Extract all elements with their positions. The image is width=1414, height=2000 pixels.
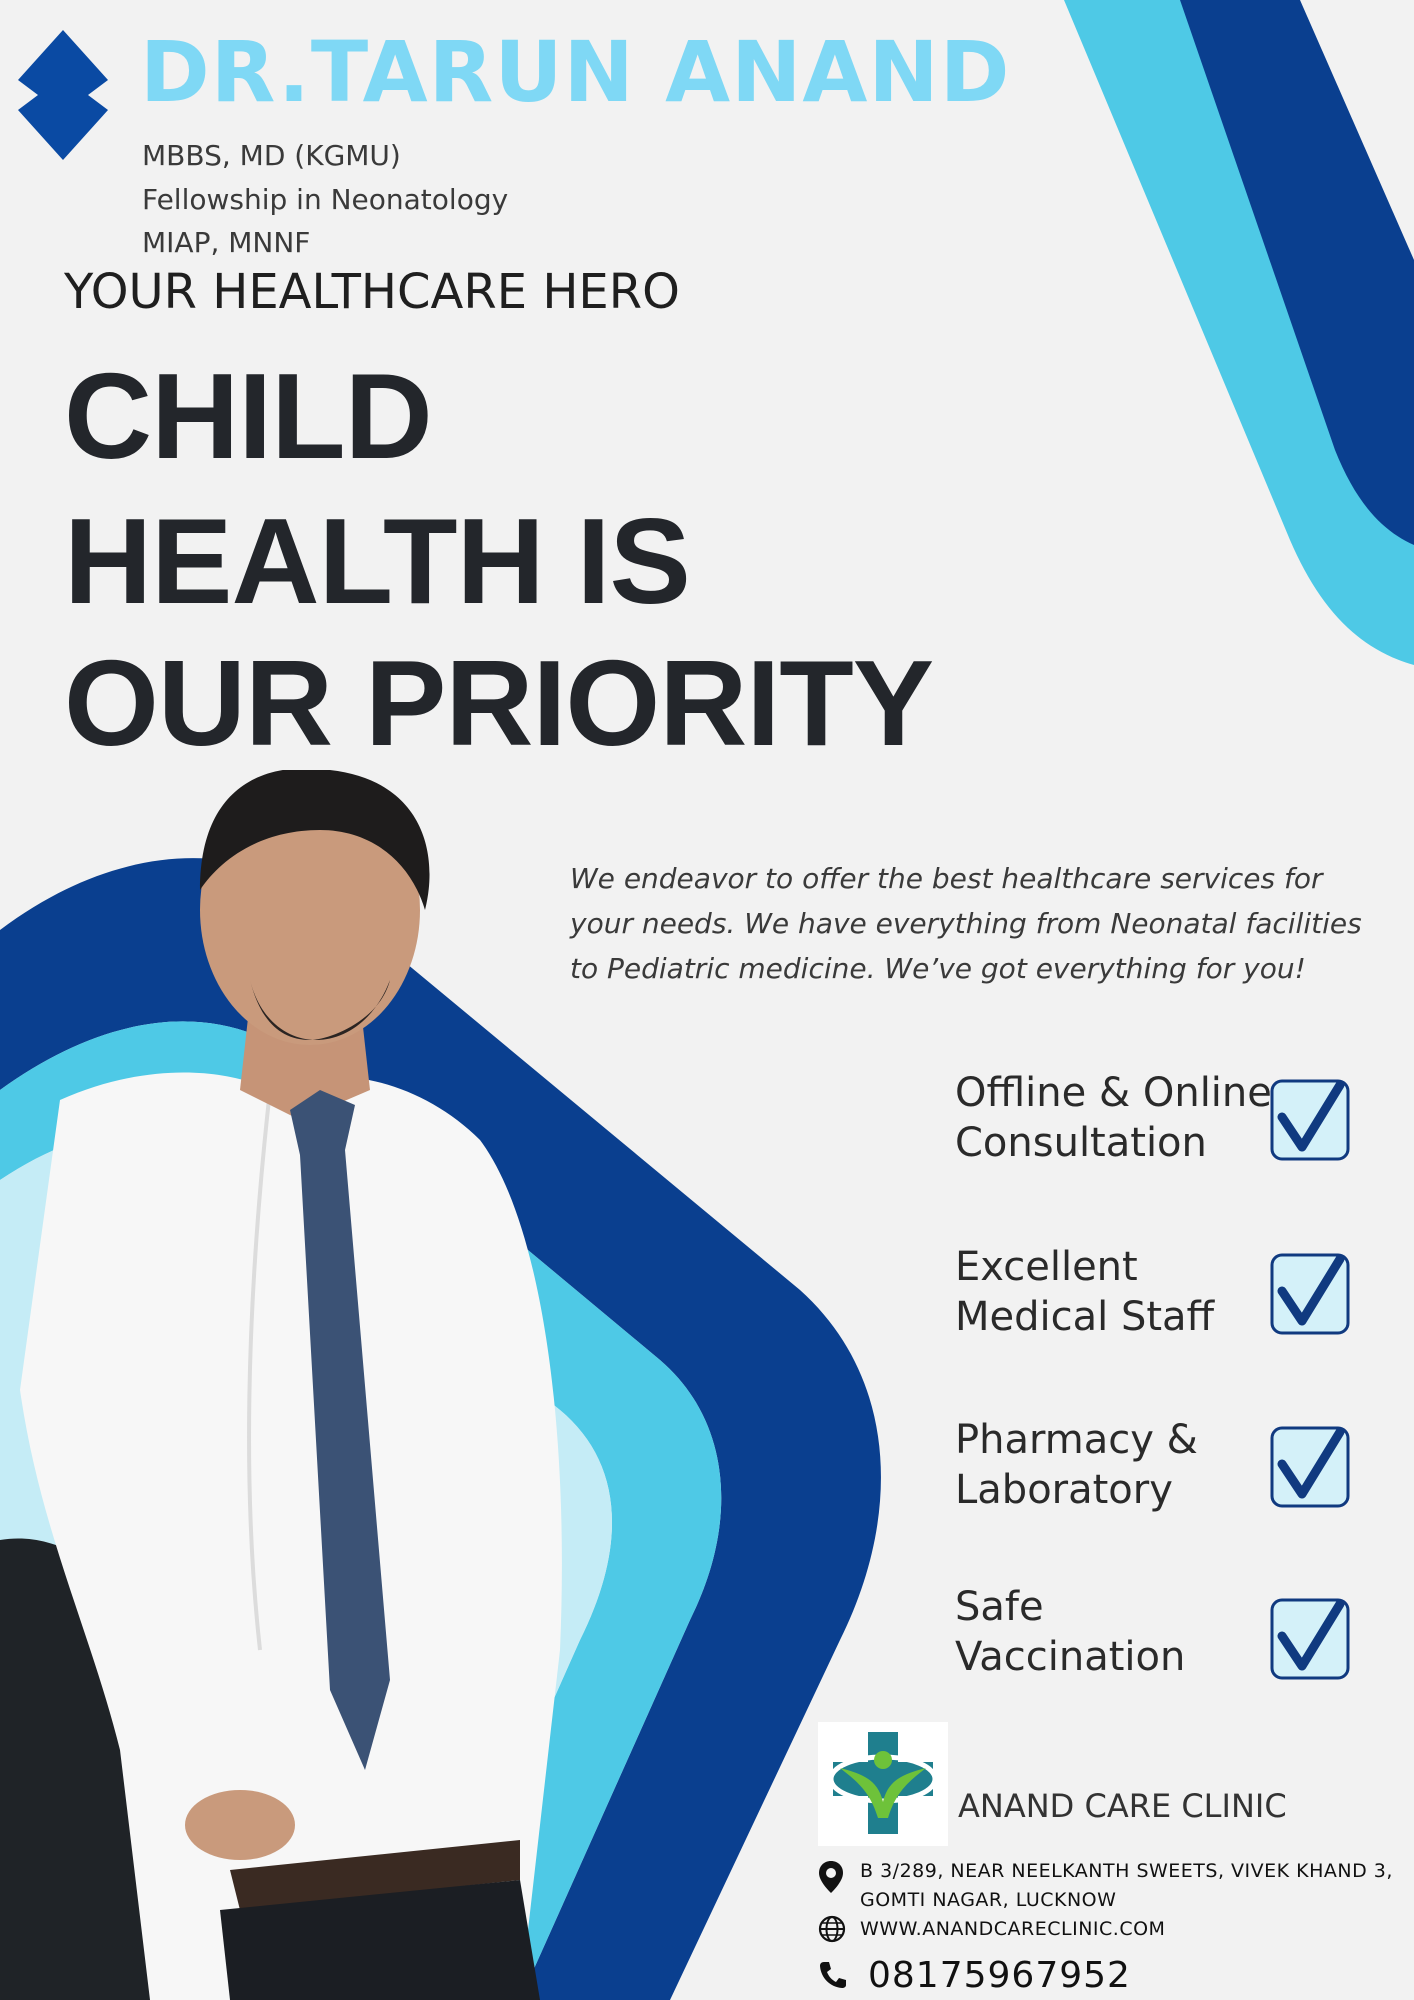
feature-label-line-2: Medical Staff: [955, 1294, 1215, 1340]
checkbox-checked-icon: [1270, 1079, 1350, 1161]
phone-number[interactable]: 08175967952: [868, 1955, 1131, 1996]
feature-vaccination: Safe Vaccination: [955, 1582, 1275, 1682]
address-line-2: GOMTI NAGAR, LUCKNOW: [860, 1889, 1117, 1911]
globe-icon: [818, 1915, 846, 1943]
diamond-logo-icon: [18, 30, 108, 160]
tagline: YOUR HEALTHCARE HERO: [64, 264, 680, 320]
credential-degrees: MBBS, MD (KGMU): [142, 139, 401, 172]
website-link[interactable]: WWW.ANANDCARECLINIC.COM: [860, 1918, 1165, 1940]
feature-label-line-1: Excellent: [955, 1244, 1138, 1290]
feature-staff: Excellent Medical Staff: [955, 1242, 1275, 1342]
checkbox-checked-icon: [1270, 1426, 1350, 1508]
phone-icon: [820, 1962, 846, 1988]
address-line-1: B 3/289, NEAR NEELKANTH SWEETS, VIVEK KH…: [860, 1860, 1393, 1882]
headline-line-3: OUR PRIORITY: [64, 635, 934, 771]
checkbox-checked-icon: [1270, 1598, 1350, 1680]
feature-label-line-1: Offline & Online: [955, 1070, 1272, 1116]
intro-paragraph: We endeavor to offer the best healthcare…: [570, 856, 1370, 991]
checkbox-checked-icon: [1270, 1253, 1350, 1335]
intro-line-3: to Pediatric medicine. We’ve got everyth…: [570, 952, 1306, 985]
intro-line-1: We endeavor to offer the best healthcare…: [570, 862, 1323, 895]
headline-line-1: CHILD: [64, 348, 433, 484]
feature-consultation: Offline & Online Consultation: [955, 1068, 1275, 1168]
doctor-name: DR.TARUN ANAND: [140, 23, 1011, 121]
intro-line-2: your needs. We have everything from Neon…: [570, 907, 1362, 940]
credential-memberships: MIAP, MNNF: [142, 226, 311, 259]
feature-pharmacy: Pharmacy & Laboratory: [955, 1415, 1275, 1515]
clinic-name: ANAND CARE CLINIC: [958, 1787, 1287, 1825]
feature-label-line-1: Safe: [955, 1584, 1044, 1630]
feature-label-line-2: Laboratory: [955, 1467, 1173, 1513]
headline-line-2: HEALTH IS: [64, 493, 691, 629]
poster: DR.TARUN ANAND MBBS, MD (KGMU) Fellowshi…: [0, 0, 1414, 2000]
credential-fellowship: Fellowship in Neonatology: [142, 183, 509, 216]
feature-label-line-2: Vaccination: [955, 1634, 1186, 1680]
feature-label-line-2: Consultation: [955, 1120, 1207, 1166]
map-pin-icon: [819, 1861, 843, 1893]
doctor-photo: [0, 770, 562, 2000]
feature-label-line-1: Pharmacy &: [955, 1417, 1198, 1463]
clinic-logo: [818, 1722, 948, 1846]
